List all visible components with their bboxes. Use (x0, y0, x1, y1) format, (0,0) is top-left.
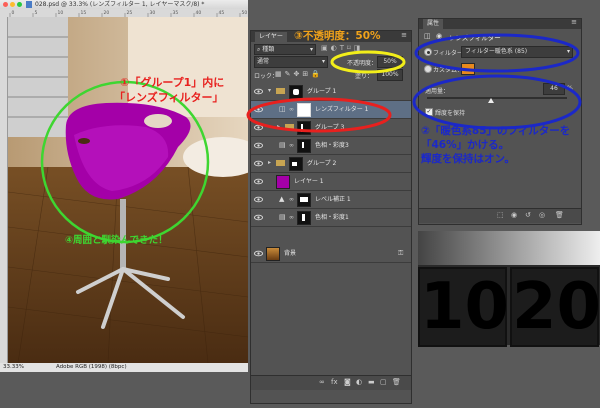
annotation-2-line3: 輝度を保持はオン。 (421, 153, 515, 165)
annotation-1-line2: 「レンズフィルター」 (114, 91, 224, 104)
annotation-4: ④周囲と馴染んできた！ (65, 235, 168, 246)
annotation-1-line1: ①「グループ1」内に (120, 76, 225, 89)
annotation-3: ③不透明度：50% (294, 30, 381, 42)
red-circle (246, 97, 392, 133)
annotation-2: ②「暖色系85」のフィルターを 「46%」かける。 輝度を保持はオン。 (421, 124, 570, 166)
annotation-shapes (40, 33, 582, 244)
annotation-1: ①「グループ1」内に 「レンズフィルター」 (114, 75, 225, 105)
annotation-2-line1: ②「暖色系85」のフィルターを (421, 125, 571, 137)
green-circle (40, 80, 210, 244)
annotation-2-line2: 「46%」かける。 (421, 139, 510, 151)
blue-circle-filter (414, 33, 580, 73)
yellow-circle (330, 50, 406, 74)
blue-circle-density (412, 74, 582, 130)
